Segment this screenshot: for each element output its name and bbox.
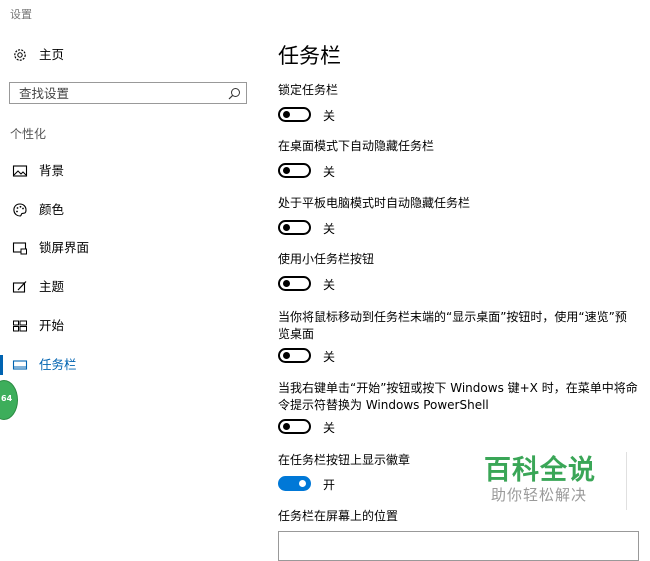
- toggle-knob: [283, 167, 290, 174]
- toggle-lock-taskbar[interactable]: [278, 107, 311, 122]
- sidebar-item-start[interactable]: 开始: [0, 311, 256, 341]
- toggle-knob: [283, 224, 290, 231]
- setting-label-lock-taskbar: 锁定任务栏: [278, 83, 339, 97]
- search-box[interactable]: [9, 82, 247, 104]
- sidebar-item-colors[interactable]: 颜色: [0, 195, 256, 225]
- sidebar-item-label: 颜色: [39, 202, 65, 217]
- toggle-state-text: 关: [323, 421, 336, 435]
- sidebar: 主页 个性化 背景 颜色 锁屏界面: [0, 0, 256, 536]
- sidebar-item-label: 主页: [39, 47, 65, 62]
- search-input[interactable]: [10, 83, 219, 104]
- sidebar-item-themes[interactable]: 主题: [0, 272, 256, 302]
- toggle-small-buttons[interactable]: [278, 276, 311, 291]
- taskbar-icon: [12, 360, 28, 370]
- watermark-subtitle: 助你轻松解决: [491, 486, 588, 504]
- lock-screen-icon: [12, 242, 27, 255]
- toggle-knob: [299, 480, 306, 487]
- sidebar-item-background[interactable]: 背景: [0, 156, 256, 186]
- toggle-knob: [283, 352, 290, 359]
- toggle-state-text: 关: [323, 165, 336, 179]
- sidebar-item-home[interactable]: 主页: [0, 40, 256, 70]
- setting-label-autohide-desktop: 在桌面模式下自动隐藏任务栏: [278, 139, 435, 153]
- toggle-state-text: 关: [323, 350, 336, 364]
- sidebar-item-label: 任务栏: [39, 357, 77, 372]
- picture-icon: [12, 165, 28, 177]
- theme-icon: [12, 281, 27, 293]
- toggle-autohide-tablet[interactable]: [278, 220, 311, 235]
- setting-label-taskbar-position: 任务栏在屏幕上的位置: [278, 509, 399, 523]
- sidebar-item-label: 开始: [39, 318, 65, 333]
- gear-icon: [14, 49, 26, 61]
- setting-label-autohide-tablet: 处于平板电脑模式时自动隐藏任务栏: [278, 196, 471, 210]
- divider: [626, 452, 627, 510]
- badge-text: 64: [1, 394, 13, 403]
- toggle-state-text: 开: [323, 478, 336, 492]
- toggle-state-text: 关: [323, 278, 336, 292]
- sidebar-item-label: 锁屏界面: [39, 240, 90, 255]
- toggle-peek[interactable]: [278, 348, 311, 363]
- toggle-powershell[interactable]: [278, 419, 311, 434]
- toggle-badges[interactable]: [278, 476, 311, 491]
- sidebar-item-label: 主题: [39, 279, 65, 294]
- toggle-knob: [283, 423, 290, 430]
- setting-label-powershell: 当我右键单击“开始”按钮或按下 Windows 键+X 时，在菜单中将命令提示符…: [278, 381, 638, 412]
- palette-icon: [13, 203, 27, 217]
- floating-badge[interactable]: 64: [0, 380, 18, 420]
- setting-label-small-buttons: 使用小任务栏按钮: [278, 252, 375, 266]
- toggle-state-text: 关: [323, 222, 336, 236]
- toggle-state-text: 关: [323, 109, 336, 123]
- toggle-autohide-desktop[interactable]: [278, 163, 311, 178]
- search-icon[interactable]: [228, 87, 241, 100]
- toggle-knob: [283, 280, 290, 287]
- page-title: 任务栏: [278, 44, 341, 68]
- sidebar-item-label: 背景: [39, 163, 65, 178]
- start-icon: [13, 320, 27, 332]
- watermark-title: 百科全说: [484, 455, 596, 486]
- sidebar-item-lock-screen[interactable]: 锁屏界面: [0, 233, 256, 263]
- sidebar-item-taskbar[interactable]: 任务栏: [0, 350, 256, 380]
- toggle-knob: [283, 111, 290, 118]
- section-header: 个性化: [10, 127, 47, 141]
- setting-label-peek: 当你将鼠标移动到任务栏末端的“显示桌面”按钮时，使用“速览”预览桌面: [278, 310, 627, 341]
